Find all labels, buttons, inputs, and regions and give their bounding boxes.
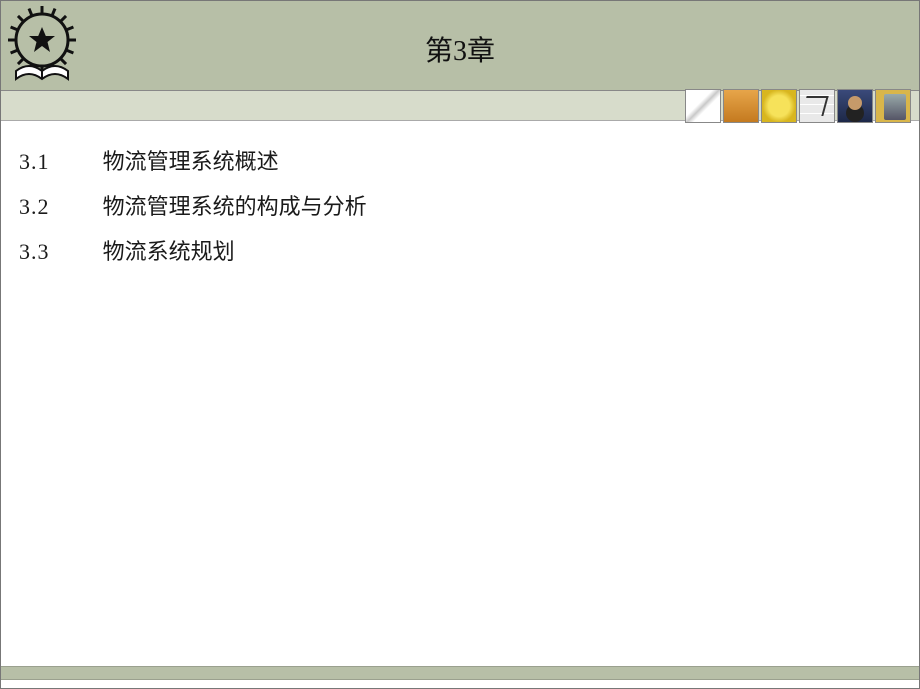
sub-header-bar xyxy=(1,91,919,121)
toc-number: 3.3 xyxy=(19,229,103,274)
slide: 第3章 3.1物流管理系统概述 3.2物流管理系统的构成与分析 3.3物流系统规… xyxy=(0,0,920,689)
toc-item: 3.3物流系统规划 xyxy=(19,229,901,274)
compass-gold-icon xyxy=(761,89,797,123)
toc-text: 物流管理系统的构成与分析 xyxy=(103,194,367,219)
person-suit-icon xyxy=(837,89,873,123)
toc-item: 3.1物流管理系统概述 xyxy=(19,139,901,184)
buildings-icon xyxy=(875,89,911,123)
compass-icon xyxy=(685,89,721,123)
chart-grid-icon xyxy=(799,89,835,123)
toc-number: 3.1 xyxy=(19,139,103,184)
toc-number: 3.2 xyxy=(19,184,103,229)
slide-title: 第3章 xyxy=(1,29,919,69)
toc-item: 3.2物流管理系统的构成与分析 xyxy=(19,184,901,229)
toc-text: 物流管理系统概述 xyxy=(103,149,279,174)
footer-bar xyxy=(1,666,919,680)
thumbnail-strip xyxy=(685,89,911,123)
header-bar: 第3章 xyxy=(1,1,919,91)
toc-list: 3.1物流管理系统概述 3.2物流管理系统的构成与分析 3.3物流系统规划 xyxy=(19,139,901,274)
toc-text: 物流系统规划 xyxy=(103,239,235,264)
hands-icon xyxy=(723,89,759,123)
